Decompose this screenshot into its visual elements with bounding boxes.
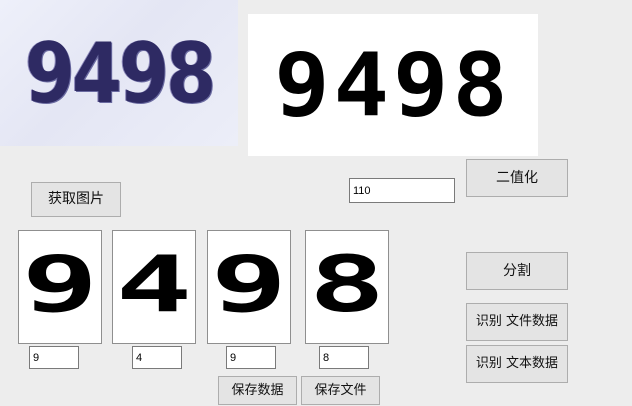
captcha-image: 9498	[0, 0, 238, 146]
segment-glyph-3: 9	[210, 239, 288, 331]
digit-input-2[interactable]	[132, 346, 182, 369]
segment-image-2: 4	[112, 230, 196, 344]
recognize-file-data-button[interactable]: 识别 文件数据	[466, 303, 568, 341]
save-file-button[interactable]: 保存文件	[301, 376, 380, 405]
save-data-button[interactable]: 保存数据	[218, 376, 297, 405]
digit-input-1[interactable]	[29, 346, 79, 369]
get-image-button[interactable]: 获取图片	[31, 182, 121, 217]
digit-input-3[interactable]	[226, 346, 276, 369]
segment-glyph-1: 9	[21, 239, 99, 331]
segment-glyph-4: 8	[308, 239, 386, 331]
recognize-text-data-button[interactable]: 识别 文本数据	[466, 345, 568, 383]
digit-input-4[interactable]	[319, 346, 369, 369]
threshold-input[interactable]	[349, 178, 455, 203]
segment-image-4: 8	[305, 230, 389, 344]
binarized-image: 9498	[248, 14, 538, 156]
segment-glyph-2: 4	[115, 239, 193, 331]
binarize-button[interactable]: 二值化	[466, 159, 568, 197]
captcha-text: 9498	[24, 24, 216, 122]
segment-image-3: 9	[207, 230, 291, 344]
segment-image-1: 9	[18, 230, 102, 344]
binarized-text: 9498	[274, 34, 512, 136]
split-button[interactable]: 分割	[466, 252, 568, 290]
